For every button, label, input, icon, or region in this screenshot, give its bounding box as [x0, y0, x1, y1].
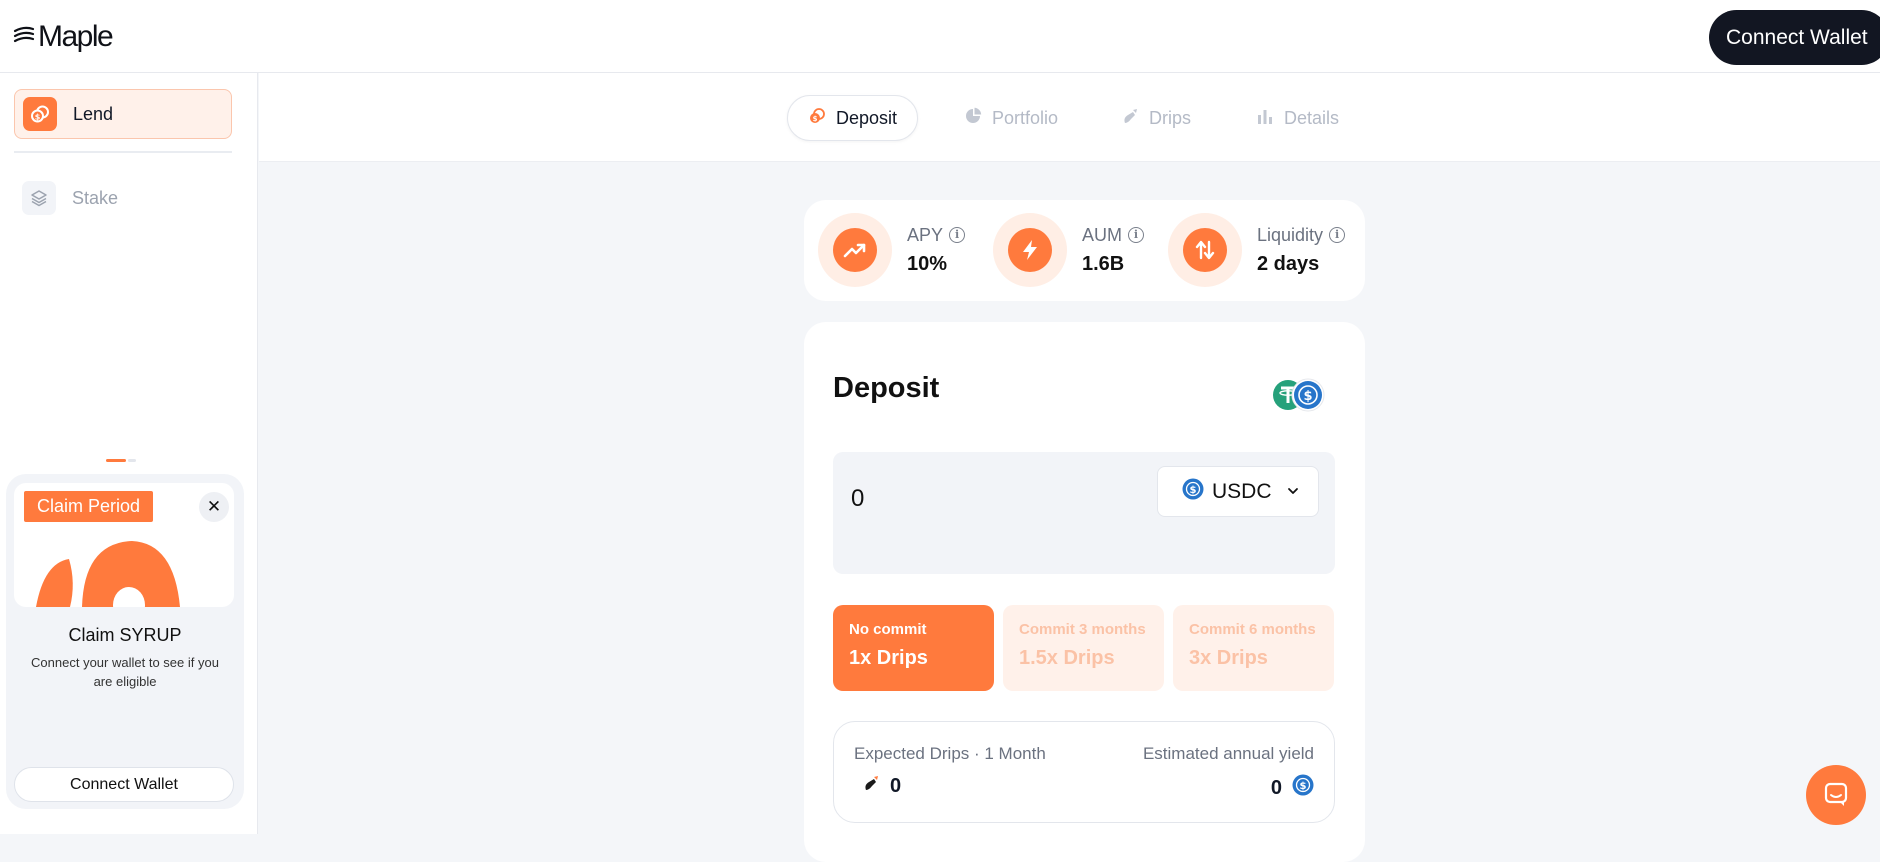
chat-icon: [1822, 780, 1850, 811]
tab-deposit[interactable]: $ Deposit: [787, 95, 919, 141]
close-icon[interactable]: ✕: [199, 492, 229, 522]
usdc-icon: $: [1292, 774, 1314, 802]
sidebar-item-label: Lend: [73, 103, 114, 124]
stat-value: 2 days: [1257, 252, 1320, 275]
commit-term: Commit 6 months: [1189, 621, 1316, 638]
stats-card: APY i 10% AUM i 1.6B Liquidity i 2 days: [804, 200, 1365, 301]
stat-label: AUM: [1082, 224, 1122, 245]
annual-yield-label: Estimated annual yield: [1142, 744, 1314, 763]
svg-text:$: $: [1300, 781, 1307, 792]
lightning-icon: [1008, 228, 1052, 272]
carousel-dot[interactable]: [128, 459, 136, 462]
tab-details[interactable]: Details: [1256, 95, 1339, 141]
drips-amount: 0: [890, 774, 902, 797]
commit-multiplier: 1x Drips: [849, 647, 928, 669]
amount-input[interactable]: [849, 480, 1133, 518]
tab-label: Drips: [1149, 107, 1192, 128]
commit-option-none[interactable]: No commit 1x Drips: [833, 605, 994, 691]
chat-button[interactable]: [1806, 765, 1866, 825]
token-label: USDC: [1212, 479, 1272, 503]
claim-connect-wallet-button[interactable]: Connect Wallet: [14, 767, 234, 802]
commit-multiplier: 1.5x Drips: [1019, 647, 1115, 669]
usdc-icon: $: [1182, 478, 1204, 506]
sidebar: $ Lend Stake Claim Period ✕ Claim SYRUP …: [0, 73, 258, 834]
commit-term: No commit: [849, 621, 927, 638]
claim-banner: Claim Period ✕: [14, 483, 234, 607]
info-icon[interactable]: i: [1329, 227, 1346, 243]
top-bar: Maple Connect Wallet: [0, 0, 1880, 73]
carousel-dots[interactable]: [106, 459, 136, 462]
drip-icon: [862, 774, 880, 798]
pie-chart-icon: [964, 107, 982, 130]
maple-logo-icon: [13, 24, 35, 51]
svg-text:$: $: [35, 113, 41, 122]
tab-label: Portfolio: [992, 107, 1059, 128]
info-icon[interactable]: i: [949, 227, 966, 243]
connect-wallet-button[interactable]: Connect Wallet: [1709, 10, 1880, 65]
expected-drips-label: Expected Drips · 1 Month: [854, 744, 1046, 763]
commit-option-6-months[interactable]: Commit 6 months 3x Drips: [1173, 605, 1334, 691]
sidebar-item-stake[interactable]: Stake: [14, 173, 232, 223]
yield-amount: 0: [1270, 776, 1282, 799]
bar-chart-icon: [1256, 107, 1274, 130]
coins-icon: $: [808, 107, 826, 130]
stat-aum: AUM i 1.6B: [993, 213, 1144, 287]
info-icon[interactable]: i: [1128, 227, 1144, 243]
layers-icon: [22, 181, 56, 215]
tab-label: Details: [1284, 107, 1340, 128]
stat-apy: APY i 10%: [818, 213, 966, 287]
claim-subtitle: Connect your wallet to see if you are el…: [31, 655, 219, 689]
carousel-dot-active[interactable]: [106, 459, 126, 462]
commit-multiplier: 3x Drips: [1189, 647, 1268, 669]
trending-up-icon: [833, 228, 877, 272]
usdc-icon: $: [1291, 378, 1325, 412]
stat-liquidity: Liquidity i 2 days: [1168, 213, 1346, 287]
deposit-card: Deposit $ $: [804, 322, 1365, 862]
sidebar-divider: [14, 151, 232, 153]
logo[interactable]: Maple: [13, 20, 114, 54]
token-select[interactable]: $ USDC: [1157, 466, 1319, 517]
svg-text:$: $: [1303, 389, 1312, 404]
brand-name: Maple: [38, 20, 114, 53]
claim-title: Claim SYRUP: [68, 625, 182, 645]
tab-portfolio[interactable]: Portfolio: [964, 95, 1058, 141]
swap-arrows-icon: [1183, 228, 1227, 272]
svg-text:$: $: [813, 115, 818, 123]
svg-text:$: $: [1190, 485, 1197, 496]
annual-yield-value: 0 $: [1271, 774, 1314, 802]
claim-period-badge: Claim Period: [24, 491, 154, 522]
sidebar-item-lend[interactable]: $ Lend: [14, 89, 232, 139]
lend-icon: $: [23, 97, 57, 131]
deposit-title: Deposit: [833, 372, 940, 404]
stat-label: APY: [907, 224, 944, 245]
drip-icon: [1121, 107, 1139, 130]
stat-value: 1.6B: [1082, 252, 1125, 275]
commit-term: Commit 3 months: [1019, 621, 1146, 638]
claim-card: Claim Period ✕ Claim SYRUP Connect your …: [6, 474, 244, 809]
stat-label: Liquidity: [1257, 224, 1324, 245]
token-icons: $: [1271, 378, 1325, 412]
sidebar-item-label: Stake: [72, 187, 119, 208]
tab-bar: $ Deposit Portfolio Drips Details: [259, 73, 1880, 162]
stat-value: 10%: [907, 252, 948, 275]
commit-option-3-months[interactable]: Commit 3 months 1.5x Drips: [1003, 605, 1164, 691]
tab-label: Deposit: [836, 107, 898, 128]
expected-drips-value: 0: [862, 774, 901, 798]
amount-box: $ USDC: [833, 452, 1335, 574]
chevron-down-icon: [1286, 480, 1300, 504]
expected-summary: Expected Drips · 1 Month Estimated annua…: [833, 721, 1335, 823]
tab-drips[interactable]: Drips: [1121, 95, 1191, 141]
